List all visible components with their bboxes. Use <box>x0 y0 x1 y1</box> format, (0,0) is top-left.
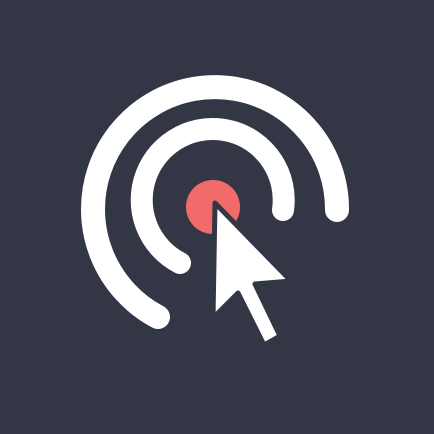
click-target-cursor-icon <box>81 75 350 348</box>
cursor-arrow <box>210 200 294 348</box>
app-icon <box>0 0 434 434</box>
